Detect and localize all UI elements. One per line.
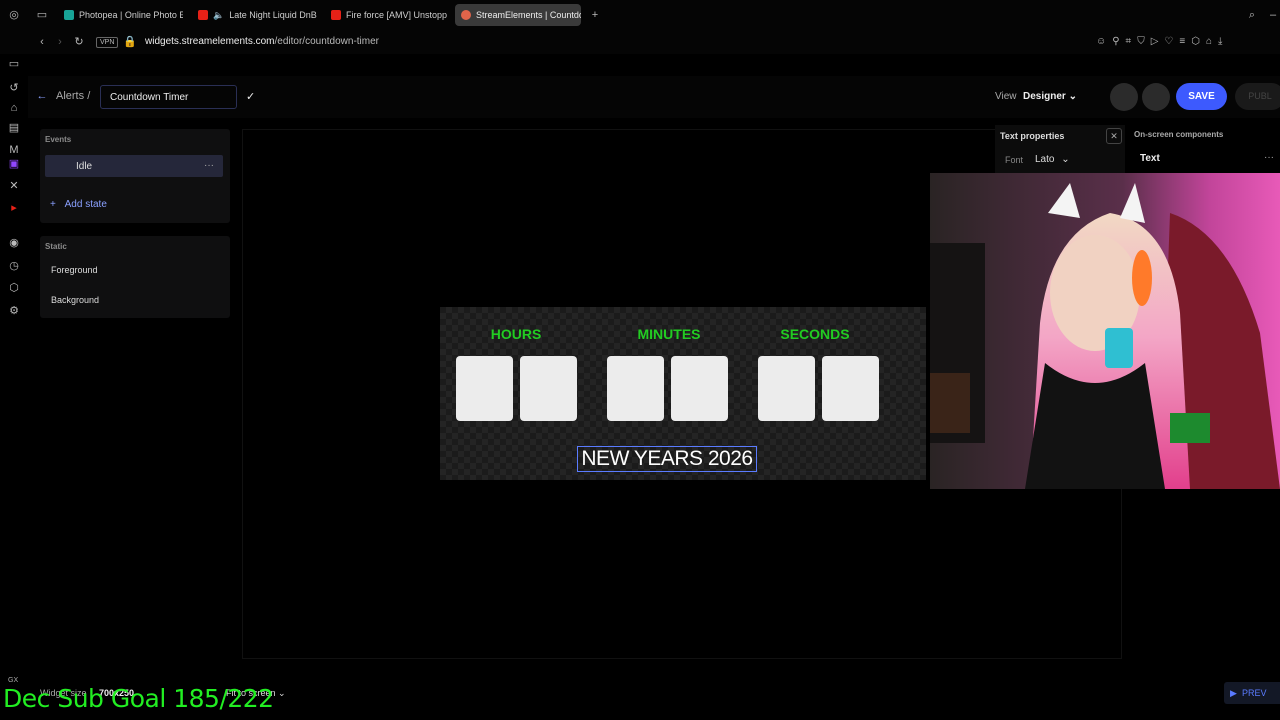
plus-icon: + [50,199,56,210]
folder-icon[interactable]: ▭ [7,58,21,70]
history-icon[interactable]: ↺ [7,82,21,94]
bag-icon[interactable]: ⌂ [7,102,21,114]
layer-background[interactable]: Background [51,295,99,305]
seconds-label: SECONDS [780,326,850,342]
play-icon[interactable]: ▷ [1151,36,1159,47]
tab-photopea[interactable]: Photopea | Online Photo E [58,4,183,26]
extension-toolbar: ☺ ⚲ ⌗ ⛉ ▷ ♡ ≡ ⬡ ⌂ ⤓ [1096,36,1222,47]
new-tab-button[interactable]: + [588,9,602,21]
tab-overview-icon[interactable]: ▭ [35,9,49,21]
redo-button[interactable] [1142,83,1170,111]
play-circle-icon[interactable]: ◉ [7,237,21,249]
search-icon[interactable]: ⌕ [1245,9,1259,21]
back-icon[interactable]: ‹ [35,36,49,48]
hours-digit-1[interactable] [456,356,513,421]
browser-logo-icon[interactable]: ◎ [7,9,21,21]
menu-icon[interactable]: ≡ [1179,36,1185,47]
close-icon[interactable]: ✕ [1106,128,1122,144]
browser-tab-bar: ◎ ▭ Photopea | Online Photo E 🔈 Late Nig… [0,0,1280,30]
play-icon: ▶ [1230,688,1237,698]
tab-late-night-dnb[interactable]: 🔈 Late Night Liquid DnB [192,4,317,26]
streamelements-icon [461,10,471,20]
static-panel [40,236,230,318]
extensions-icon[interactable]: ⬡ [1191,36,1200,47]
preview-button[interactable]: ▶ PREV [1224,682,1280,704]
add-state-button[interactable]: + Add state [50,199,107,210]
chevron-down-icon: ⌄ [1061,154,1070,165]
onscreen-components-title: On-screen components [1134,130,1224,139]
x-icon[interactable]: ✕ [7,180,21,192]
youtube-icon [331,10,341,20]
arrow-left-icon[interactable]: ← [35,90,49,102]
countdown-title-text[interactable]: NEW YEARS 2026 [577,446,757,472]
twitch-icon[interactable]: ▣ [7,158,21,170]
minutes-digit-1[interactable] [607,356,664,421]
shield-icon[interactable]: ⛉ [1137,36,1145,47]
chevron-down-icon: ⌄ [278,688,286,698]
static-heading: Static [45,242,67,251]
webcam-overlay [930,173,1280,489]
emoji-icon[interactable]: ☺ [1096,36,1106,47]
youtube-icon [198,10,208,20]
widget-name-input[interactable]: Countdown Timer [100,85,237,109]
text-properties-title: Text properties [1000,131,1065,141]
wallet-icon[interactable]: ⌂ [1206,36,1212,47]
minutes-digit-2[interactable] [671,356,728,421]
forward-icon[interactable]: › [53,36,67,48]
state-idle[interactable] [45,155,223,177]
breadcrumb-separator: / [87,90,91,102]
heart-icon[interactable]: ♡ [1164,36,1173,47]
save-button[interactable]: SAVE [1176,83,1227,110]
view-label: View [995,91,1017,102]
hours-label: HOURS [490,326,542,342]
box-icon[interactable]: ⬡ [7,282,21,294]
browser-sidebar: ▭ ↺ ⌂ ▤ M ▣ ✕ ▸ ◉ ◷ ⬡ ⚙ [0,54,28,720]
state-idle-label: Idle [76,161,93,172]
layer-foreground[interactable]: Foreground [51,265,98,275]
gear-icon[interactable]: ⚙ [7,305,21,317]
onscreen-component-text[interactable]: Text [1140,153,1160,164]
download-icon[interactable]: ⤓ [1218,36,1222,47]
view-select[interactable]: Designer ⌄ [1023,91,1077,102]
url-field[interactable]: widgets.streamelements.com/editor/countd… [145,36,379,47]
minutes-label: MINUTES [637,326,701,342]
breadcrumb: Alerts / [56,90,90,102]
hours-digit-2[interactable] [520,356,577,421]
mail-icon[interactable]: M [7,144,21,156]
undo-button[interactable] [1110,83,1138,111]
more-options-icon[interactable]: ··· [1264,152,1274,163]
tab-fire-force[interactable]: Fire force [AMV] Unstopp [325,4,450,26]
pin-icon[interactable]: ⚲ [1112,36,1119,47]
lock-icon: 🔒 [123,36,137,48]
youtube-icon[interactable]: ▸ [7,202,21,214]
minimize-icon[interactable]: – [1266,9,1280,21]
vpn-badge[interactable]: VPN [96,37,119,48]
webcam-image [930,173,1280,489]
breadcrumb-alerts[interactable]: Alerts [56,90,84,102]
font-label: Font [1005,155,1024,165]
seconds-digit-1[interactable] [758,356,815,421]
seconds-digit-2[interactable] [822,356,879,421]
publish-button[interactable]: PUBL [1235,83,1280,110]
crop-icon[interactable]: ⌗ [1126,36,1132,47]
sub-goal-overlay-text: Dec Sub Goal 185/222 [3,684,274,713]
photopea-icon [64,10,74,20]
confirm-check-icon[interactable]: ✓ [246,90,255,103]
events-heading: Events [45,135,72,144]
clock-icon[interactable]: ◷ [7,260,21,272]
more-options-icon[interactable]: ··· [204,160,214,171]
speaker-icon: 🔈 [213,9,225,20]
gx-icon: GX [8,677,19,684]
reload-icon[interactable]: ↻ [72,36,86,48]
chat-icon[interactable]: ▤ [7,122,21,134]
font-select[interactable]: Lato ⌄ [1035,154,1070,165]
chevron-down-icon: ⌄ [1068,91,1077,102]
tab-streamelements[interactable]: StreamElements | Countdo [455,4,581,26]
